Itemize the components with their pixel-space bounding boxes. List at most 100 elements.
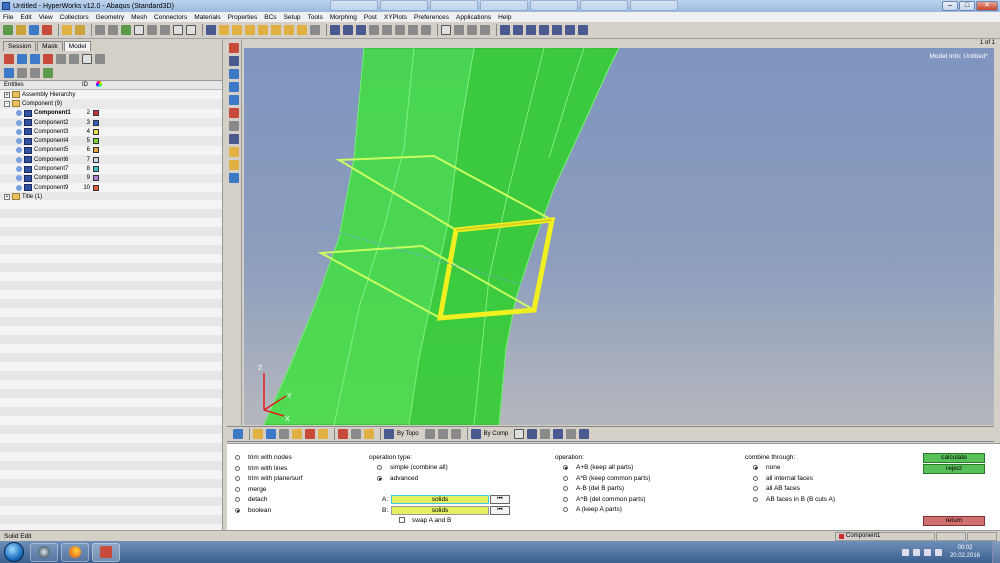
open-icon[interactable] [16, 25, 26, 35]
layout-2-icon[interactable] [513, 25, 523, 35]
folder-icon[interactable] [75, 25, 85, 35]
grid-icon[interactable] [566, 429, 577, 439]
visibility-icon[interactable] [16, 156, 22, 163]
visibility-icon[interactable] [16, 147, 22, 154]
a-solids-selector[interactable]: solids [391, 495, 489, 504]
radio-trim-with-nodes[interactable]: trim with nodes [235, 454, 292, 461]
tree-component[interactable]: Component8 9 [0, 173, 222, 183]
filter-icon[interactable] [17, 53, 27, 64]
view-back-icon[interactable] [271, 25, 281, 35]
view-iso-icon[interactable] [310, 25, 320, 35]
expand-toggle[interactable]: - [4, 100, 10, 107]
layout-7-icon[interactable] [578, 25, 588, 35]
user-icon[interactable] [62, 25, 72, 35]
menu-setup[interactable]: Setup [284, 14, 301, 21]
mask-icon[interactable] [279, 429, 289, 439]
radio-all-internal-faces[interactable]: all internal faces [753, 475, 813, 482]
solid-edit-icon[interactable] [229, 43, 239, 53]
surface-icon[interactable] [229, 69, 239, 79]
center-icon[interactable] [395, 25, 405, 35]
calculate-button[interactable]: calculate [923, 453, 985, 463]
radio-detach[interactable]: detach [235, 496, 268, 503]
refresh-icon[interactable] [421, 25, 431, 35]
color-swatch[interactable] [93, 166, 99, 173]
menu-tools[interactable]: Tools [308, 14, 323, 21]
layout-4-icon[interactable] [539, 25, 549, 35]
radio-trim-with-plane-surf[interactable]: trim with plane/surf [235, 475, 303, 482]
radio-merge[interactable]: merge [235, 486, 266, 493]
visibility-icon[interactable] [16, 175, 22, 182]
color-swatch[interactable] [93, 147, 99, 154]
b-reset-button[interactable]: ⏮ [490, 506, 510, 515]
layout-5-icon[interactable] [552, 25, 562, 35]
radio-dot[interactable] [753, 475, 758, 481]
mesh-icon[interactable] [266, 429, 276, 439]
radio-dot[interactable] [377, 465, 382, 470]
topo-icon[interactable] [384, 429, 394, 439]
graphics-viewport[interactable]: Z Y X Model Info: Untitled* [244, 48, 994, 425]
tree-component[interactable]: Component1 2 [0, 109, 222, 118]
color-swatch[interactable] [93, 138, 99, 145]
quick-edit-icon[interactable] [229, 108, 239, 118]
tray-volume-icon[interactable] [934, 548, 942, 556]
radio-none[interactable]: none [753, 464, 780, 471]
pan-icon[interactable] [369, 25, 379, 35]
radio-trim-with-lines[interactable]: trim with lines [235, 465, 287, 472]
tray-arrow-icon[interactable] [901, 548, 909, 556]
zoom-out-icon[interactable] [356, 25, 366, 35]
feature-icon[interactable] [540, 429, 551, 439]
solid-map-icon[interactable] [229, 173, 239, 183]
cut-plane-icon[interactable] [441, 25, 451, 35]
close-button[interactable]: ✕ [976, 1, 998, 11]
radio-a-b-keep-all-parts[interactable]: A+B (keep all parts) [563, 464, 633, 471]
transparent-icon[interactable] [514, 429, 525, 439]
radio-dot[interactable] [563, 507, 568, 512]
zoom-icon[interactable] [206, 25, 216, 35]
swap-checkbox[interactable] [399, 517, 405, 523]
menu-bcs[interactable]: BCs [264, 14, 276, 21]
radio-dot[interactable] [563, 475, 568, 481]
visibility-icon[interactable] [16, 128, 22, 135]
color-swatch[interactable] [93, 184, 99, 191]
menu-materials[interactable]: Materials [194, 14, 220, 21]
tree-component[interactable]: Component9 10 [0, 183, 222, 192]
comp-icon[interactable] [470, 429, 481, 439]
surf-icon[interactable] [450, 429, 461, 439]
component-icon[interactable] [4, 53, 14, 64]
radio-a-b-del-common-parts[interactable]: A^B (del common parts) [563, 496, 646, 503]
menu-xyplots[interactable]: XYPlots [384, 14, 407, 21]
rotate-z-icon[interactable] [245, 25, 255, 35]
visibility-icon[interactable] [16, 119, 22, 126]
radio-dot[interactable] [377, 475, 382, 481]
radio-dot[interactable] [235, 455, 240, 460]
clock[interactable]: 00:02 20.02.2016 [950, 544, 980, 560]
return-button[interactable]: return [923, 516, 985, 526]
rotate-x-icon[interactable] [219, 25, 229, 35]
color-swatch[interactable] [93, 110, 99, 117]
radio-dot[interactable] [235, 476, 240, 481]
highlight-icon[interactable] [364, 429, 374, 439]
blank-icon[interactable] [134, 25, 144, 35]
element-shade-icon[interactable] [527, 429, 538, 439]
menu-mesh[interactable]: Mesh [131, 14, 147, 21]
tree-icon[interactable] [30, 68, 40, 78]
fit-icon[interactable] [330, 25, 340, 35]
info-icon[interactable] [229, 134, 239, 144]
screen-icon[interactable] [579, 429, 590, 439]
visibility-icon[interactable] [16, 110, 22, 117]
tree-component[interactable]: Component3 4 [0, 127, 222, 136]
by-comp-dropdown[interactable]: By Comp [484, 431, 509, 437]
taskbar-steam[interactable] [30, 542, 58, 562]
screenshot-icon[interactable] [186, 25, 196, 35]
cube-icon[interactable] [351, 429, 361, 439]
minimize-button[interactable]: – [942, 1, 958, 11]
tree-folder[interactable]: - Component (9) [0, 99, 222, 109]
isolate-icon[interactable] [56, 53, 66, 64]
taskbar-firefox[interactable] [61, 542, 89, 562]
lines-icon[interactable] [229, 82, 239, 92]
column-entities[interactable]: Entities [0, 82, 82, 88]
expand-toggle[interactable]: + [4, 91, 10, 98]
elements-icon[interactable] [253, 429, 263, 439]
rotate-y-icon[interactable] [232, 25, 242, 35]
defeature-icon[interactable] [229, 121, 239, 131]
